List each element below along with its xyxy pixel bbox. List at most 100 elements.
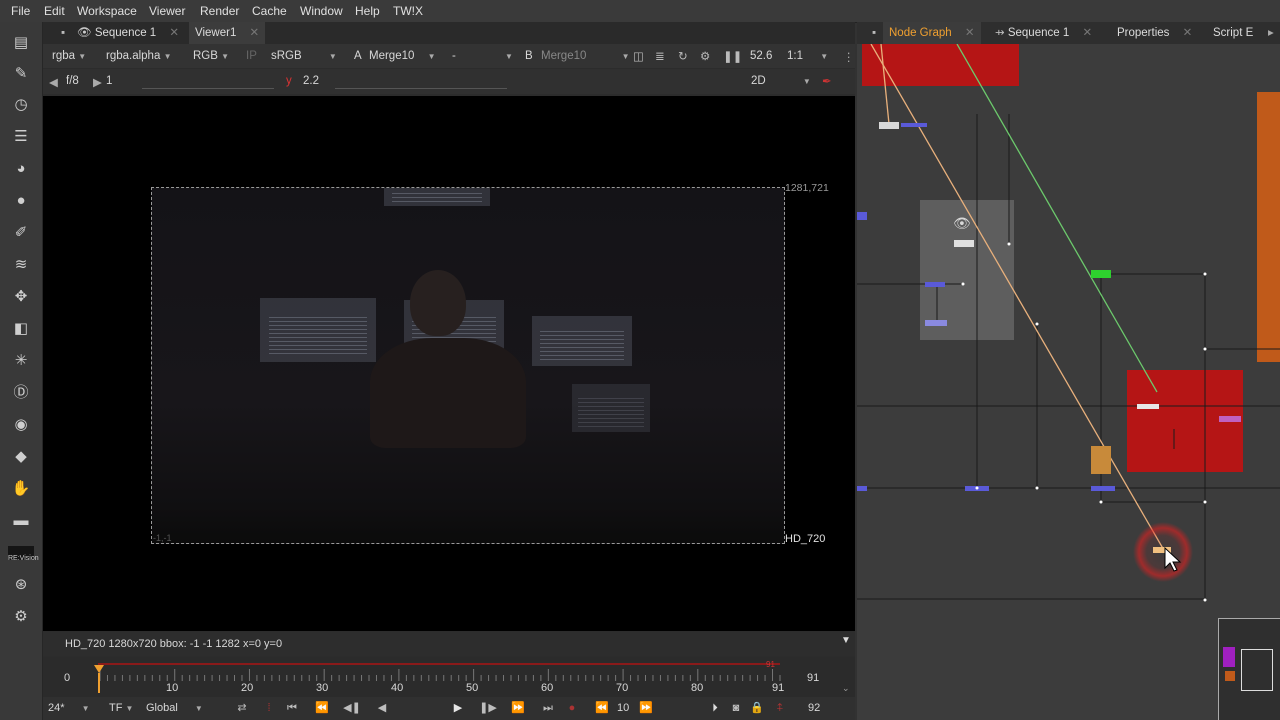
gamma-slider[interactable] [335,76,507,89]
step-field[interactable]: 10 [617,702,629,714]
record-icon[interactable]: ● [563,700,581,717]
color-tools-icon[interactable]: ◕ [8,156,34,182]
menu-help[interactable]: Help [355,4,380,18]
view-mode-dropdown[interactable]: 2D ▼ [751,75,811,87]
node-dot[interactable] [1219,416,1241,422]
in-point-icon[interactable]: ⁞ [260,700,278,717]
fps-dropdown[interactable]: 24* ▼ [48,702,90,714]
input-b-dropdown[interactable]: Merge10 ▼ [541,50,630,62]
metadata-tools-icon[interactable]: ◆ [8,444,34,470]
play-backward-icon[interactable]: ◀❚ [343,700,361,717]
node-read[interactable] [954,240,974,247]
menu-file[interactable]: File [11,4,30,18]
gain-slider[interactable] [142,76,274,89]
tab-script-editor[interactable]: Script E [1207,22,1259,44]
node-dot[interactable] [857,212,867,220]
pause-icon[interactable]: ❚❚ [723,49,742,63]
node-dot[interactable] [925,320,947,326]
channels-dropdown[interactable]: rgba ▼ [52,50,86,62]
fstop-right-arrow-icon[interactable]: ▶ [93,75,102,89]
input-a-dropdown[interactable]: Merge10 ▼ [369,50,436,62]
fstop-value[interactable]: f/8 [66,75,79,87]
deep-tools-icon[interactable]: Ⓓ [8,380,34,406]
node-dot[interactable] [901,123,927,127]
node-stack[interactable] [1091,446,1111,474]
menu-render[interactable]: Render [200,4,239,18]
menu-viewer[interactable]: Viewer [149,4,185,18]
chevron-down-icon[interactable]: ▼ [841,635,851,646]
transform-tools-icon[interactable]: ✥ [8,284,34,310]
node-graph-canvas[interactable]: 👁 [857,44,1280,720]
timeline-end[interactable]: 91 [807,672,819,684]
close-icon[interactable]: ✕ [1082,27,1092,39]
play-icon[interactable]: ▶ [449,700,467,717]
close-icon[interactable]: ✕ [169,27,179,39]
gamma-icon[interactable]: y [286,75,292,87]
refresh-icon[interactable]: ↻ [678,49,688,63]
step-backward-icon[interactable]: ◀ [373,700,391,717]
alpha-dropdown[interactable]: rgba.alpha ▼ [106,50,171,62]
prev-keyframe-icon[interactable]: ⏪ [313,700,331,717]
draw-tools-icon[interactable]: ✎ [8,61,34,87]
ip-icon[interactable]: IP [246,50,257,62]
menu-twix[interactable]: TW!X [393,4,423,18]
panel-scroll-icon[interactable]: ⋮ [843,50,855,64]
node-green[interactable] [1091,270,1111,278]
menu-edit[interactable]: Edit [44,4,65,18]
out-point-icon[interactable]: ⍏ [771,700,789,717]
node-dot[interactable] [925,282,945,287]
tab-scroll-icon[interactable]: ▸ [1262,22,1280,44]
stop-icon[interactable]: ◙ [727,700,745,717]
settings-plugin-icon[interactable]: ⚙ [8,604,34,630]
close-icon[interactable]: ✕ [965,27,975,39]
merge-tools-icon[interactable]: ≋ [8,252,34,278]
tf-dropdown[interactable]: TF ▼ [109,702,133,714]
gain-field[interactable]: 1 [106,75,112,87]
minimap-viewport[interactable] [1241,649,1273,691]
node-dot[interactable] [857,486,867,491]
skip-forward-icon[interactable]: ⏩ [637,700,655,717]
tab-viewer1[interactable]: Viewer1 ✕ [189,22,266,44]
menu-window[interactable]: Window [300,4,343,18]
image-tools-icon[interactable]: ▤ [8,30,34,56]
next-keyframe-icon[interactable]: ⏩ [509,700,527,717]
skip-back-icon[interactable]: ⏪ [593,700,611,717]
timeline-ruler[interactable] [98,659,788,697]
lock-icon[interactable]: 🔒 [748,700,766,717]
timeline-scroll-icon[interactable]: ⌄ [842,683,850,694]
zoom-value[interactable]: 52.6 [750,50,772,62]
toolsets-icon[interactable]: ✋ [8,476,34,502]
colorspace-dropdown[interactable]: RGB ▼ [193,50,229,62]
views-tools-icon[interactable]: ◉ [8,412,34,438]
backdrop-node[interactable] [1257,92,1280,362]
loop-mode-icon[interactable]: ⇄ [233,700,251,717]
overlay-icon[interactable]: ≣ [655,49,665,63]
furnace-plugin-icon[interactable]: ⊛ [8,572,34,598]
roi-icon[interactable]: ◫ [633,49,644,63]
revision-plugin-icon[interactable]: RE:Vision [8,546,39,562]
filter-tools-icon[interactable]: ● [8,188,34,214]
timeline-start[interactable]: 0 [64,672,70,684]
tab-node-graph[interactable]: Node Graph ✕ [883,22,981,44]
3d-tools-icon[interactable]: ◧ [8,316,34,342]
node-dot[interactable] [1091,486,1115,491]
last-frame-icon[interactable]: ⏭ [539,700,557,717]
first-frame-icon[interactable]: ⏮ [283,700,301,717]
tab-sequence-1[interactable]: ⇸ Sequence 1 ✕ [989,22,1098,44]
end-frame-field[interactable]: 92 [808,702,820,714]
node-dot[interactable] [1137,404,1159,409]
fstop-left-arrow-icon[interactable]: ◀ [49,75,58,89]
playhead[interactable] [94,665,104,693]
input-a-mode-dropdown[interactable]: - ▼ [452,50,513,62]
lut-dropdown[interactable]: sRGB ▼ [271,50,337,62]
flipbook-icon[interactable]: ⏵ [706,700,724,717]
keyer-tools-icon[interactable]: ✐ [8,220,34,246]
channel-tools-icon[interactable]: ☰ [8,124,34,150]
menu-workspace[interactable]: Workspace [77,4,137,18]
backdrop-node[interactable] [862,44,1019,86]
time-tools-icon[interactable]: ◷ [8,92,34,118]
ratio-dropdown[interactable]: 1:1 ▼ [787,50,828,62]
pin-icon[interactable]: ✒ [822,74,832,88]
node-dot[interactable] [879,122,899,129]
timeline[interactable]: 0 10 20 30 40 50 60 70 80 91 91 91 ⌄ [43,657,855,697]
